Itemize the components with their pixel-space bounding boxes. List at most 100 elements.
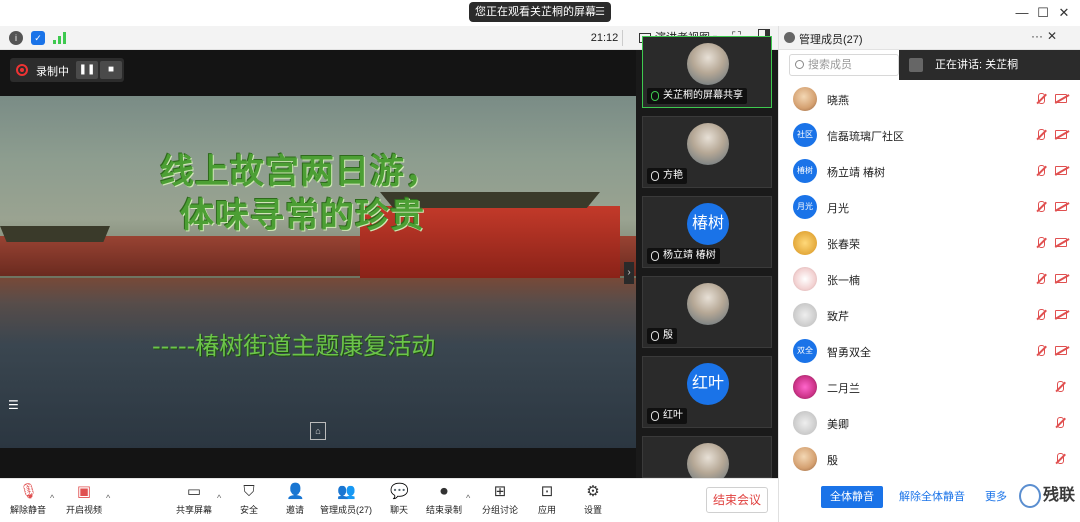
gear-icon: ⚙ [586,483,600,500]
end-meeting-button[interactable]: 结束会议 [706,487,768,513]
members-panel-header: 管理成员(27) ··· ✕ [779,26,1080,50]
watermark: 残联 [1019,478,1080,514]
recording-label: 录制中 [36,66,69,78]
close-window-button[interactable]: ✕ [1054,4,1074,22]
mic-off-icon[interactable] [1036,345,1046,357]
mic-off-icon[interactable] [1036,309,1046,321]
signal-bars-icon[interactable] [53,32,67,44]
slide-menu-icon[interactable]: ☰ [8,398,22,412]
invite-label: 邀请 [285,505,304,515]
mic-off-icon[interactable] [1036,93,1046,105]
list-item[interactable]: 张一楠 [779,262,1080,298]
unmute-button[interactable]: 🎙 解除静音 [8,483,48,521]
list-item[interactable]: 致芹 [779,298,1080,334]
member-search-input[interactable]: 搜索成员 [789,54,899,76]
presentation-slide: 线上故宫两日游， 体味寻常的珍贵 -----椿树街道主题康复活动 [0,96,636,448]
avatar: 双全 [793,339,817,363]
camera-off-icon[interactable] [1055,310,1067,319]
screen-share-notice[interactable]: 您正在观看关芷桐的屏幕 ☰ [469,2,611,22]
breakout-rooms-button[interactable]: ⊞ 分组讨论 [480,483,520,521]
list-item[interactable]: 二月兰 [779,370,1080,406]
camera-off-icon[interactable] [1055,202,1067,211]
mic-off-icon[interactable] [1036,165,1046,177]
avatar [793,411,817,435]
camera-off-icon[interactable] [1055,238,1067,247]
settings-button[interactable]: ⚙ 设置 [578,483,608,521]
member-name: 智勇双全 [827,347,871,359]
mic-off-icon[interactable] [1055,453,1065,465]
start-video-label: 开启视频 [65,505,102,515]
invite-button[interactable]: 👤 邀请 [280,483,310,521]
share-menu-icon[interactable]: ☰ [595,2,605,22]
shield-icon[interactable]: ✓ [31,31,45,45]
chat-label: 聊天 [389,505,408,515]
video-tile[interactable]: 椿树 杨立靖 椿树 [642,196,772,268]
list-item[interactable]: 美卿 [779,406,1080,442]
manage-members-button[interactable]: 👥 管理成员(27) [318,483,374,521]
list-item[interactable]: 双全 智勇双全 [779,334,1080,370]
camera-off-icon: ▣ [76,483,92,500]
video-tile[interactable]: 关芷桐的屏幕共享 [642,36,772,108]
list-item[interactable]: 椿树 杨立靖 椿树 [779,154,1080,190]
start-video-button[interactable]: ▣ 开启视频 [62,483,106,521]
stop-recording-toolbar-button[interactable]: ⏺ 结束录制 [424,483,464,521]
share-screen-button[interactable]: ▭ 共享屏幕 [174,483,214,521]
maximize-button[interactable]: ☐ [1033,4,1053,22]
chevron-up-icon[interactable]: ^ [217,493,221,503]
avatar [793,231,817,255]
share-screen-icon: ▭ [186,483,202,500]
security-button[interactable]: ⛉ 安全 [234,483,264,521]
video-tile[interactable]: 方艳 [642,116,772,188]
tile-name-label: 殷 [647,328,677,344]
list-item[interactable]: 晓燕 [779,82,1080,118]
mic-off-icon [651,251,659,261]
manage-members-label: 管理成员(27) [319,505,372,515]
chevron-up-icon[interactable]: ^ [50,493,54,503]
list-item[interactable]: 社区 信磊琉璃厂社区 [779,118,1080,154]
chevron-up-icon[interactable]: ^ [466,493,470,503]
avatar [793,447,817,471]
mic-off-icon[interactable] [1036,201,1046,213]
chevron-up-icon[interactable]: ^ [106,493,110,503]
mic-off-icon[interactable] [1036,129,1046,141]
participant-video-strip: 关芷桐的屏幕共享 方艳 椿树 杨立靖 椿树 殷 红叶 红叶 [636,36,778,485]
close-panel-icon[interactable]: ✕ [1047,29,1057,43]
stop-recording-button[interactable]: ■ [100,61,122,79]
tile-name-label: 红叶 [647,408,687,424]
member-name: 张春荣 [827,239,860,251]
strip-collapse-arrow[interactable]: › [624,262,634,284]
camera-off-icon[interactable] [1055,130,1067,139]
mic-off-icon[interactable] [1036,237,1046,249]
minimize-button[interactable]: — [1012,4,1032,22]
window-titlebar: 您正在观看关芷桐的屏幕 ☰ — ☐ ✕ [0,0,1080,26]
mute-all-button[interactable]: 全体静音 [821,486,883,508]
apps-button[interactable]: ⊡ 应用 [532,483,562,521]
pause-recording-button[interactable]: ❚❚ [76,61,98,79]
video-tile[interactable]: 殷 [642,276,772,348]
settings-label: 设置 [583,505,602,515]
avatar [793,267,817,291]
video-tile[interactable]: 红叶 红叶 [642,356,772,428]
add-user-icon: 👤 [286,483,305,500]
chat-button[interactable]: 💬 聊天 [384,483,414,521]
participant-avatar [687,43,729,85]
camera-off-icon[interactable] [1055,166,1067,175]
mic-off-icon[interactable] [1055,417,1065,429]
mic-off-icon[interactable] [1055,381,1065,393]
participant-avatar [687,123,729,165]
camera-off-icon[interactable] [1055,94,1067,103]
info-icon[interactable]: i [9,31,23,45]
list-item[interactable]: 月光 月光 [779,190,1080,226]
more-link[interactable]: 更多 [985,486,1007,508]
unmute-all-button[interactable]: 解除全体静音 [899,486,965,508]
video-tile[interactable] [642,436,772,485]
list-item[interactable]: 殷 [779,442,1080,478]
mic-off-icon[interactable] [1036,273,1046,285]
member-name: 杨立靖 椿树 [827,167,886,179]
camera-off-icon[interactable] [1055,346,1067,355]
camera-off-icon[interactable] [1055,274,1067,283]
list-item[interactable]: 张春荣 [779,226,1080,262]
meeting-clock: 21:12 [587,30,623,46]
more-options-icon[interactable]: ··· [1031,29,1043,43]
breakout-label: 分组讨论 [481,505,518,515]
